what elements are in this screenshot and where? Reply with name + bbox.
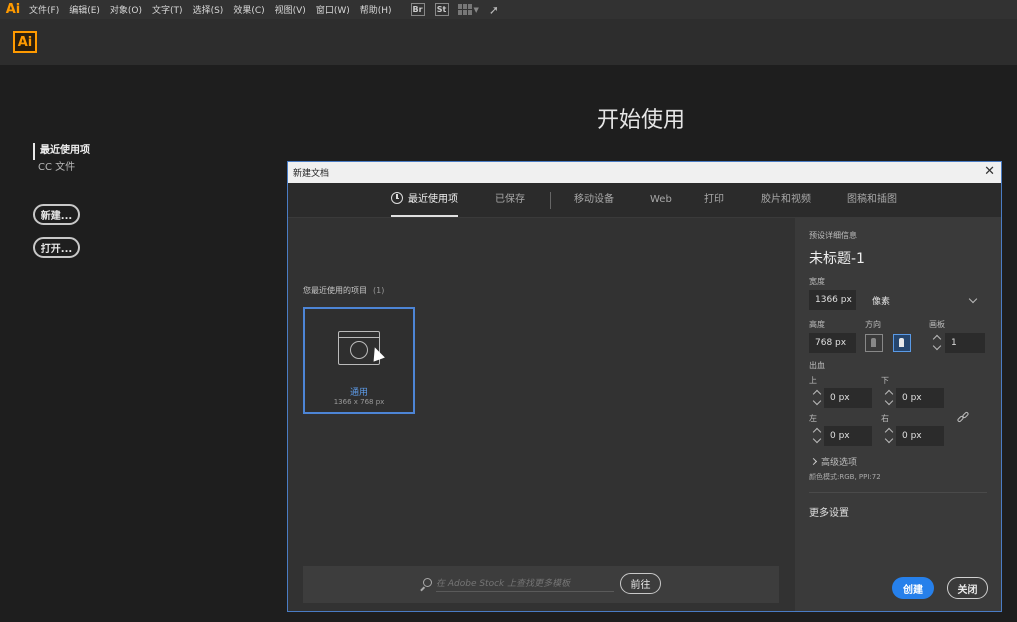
stock-search-input[interactable] bbox=[436, 576, 614, 592]
more-settings-button[interactable]: 更多设置 bbox=[809, 504, 849, 519]
preset-tabs: 最近使用项 已保存 移动设备 Web 打印 胶片和视频 图稿和插图 bbox=[288, 183, 1001, 218]
bleed-right-field[interactable]: 0 px bbox=[896, 426, 944, 446]
nav-item-recent[interactable]: 最近使用项 bbox=[33, 143, 90, 160]
portrait-orientation-icon[interactable] bbox=[865, 334, 883, 352]
close-button[interactable]: 关闭 bbox=[947, 577, 988, 599]
advanced-options-toggle[interactable]: 高级选项 bbox=[821, 455, 857, 468]
menu-view[interactable]: 视图(V) bbox=[270, 3, 311, 16]
start-title: 开始使用 bbox=[597, 108, 686, 133]
preset-card-general[interactable]: 通用 1366 x 768 px bbox=[303, 307, 415, 414]
close-icon[interactable]: ✕ bbox=[984, 164, 995, 180]
menu-edit[interactable]: 编辑(E) bbox=[64, 3, 105, 16]
stock-icon[interactable]: St bbox=[434, 3, 449, 16]
open-button[interactable]: 打开... bbox=[33, 237, 80, 258]
color-mode-info: 颜色模式:RGB, PPI:72 bbox=[809, 473, 881, 481]
tab-divider bbox=[550, 192, 551, 209]
bleed-top-label: 上 bbox=[809, 376, 817, 385]
search-icon bbox=[420, 578, 432, 591]
bleed-left-label: 左 bbox=[809, 414, 817, 423]
bleed-bottom-stepper-icon[interactable] bbox=[884, 388, 894, 406]
chevron-down-icon bbox=[968, 294, 978, 304]
stock-search-bar: 前往 bbox=[303, 566, 779, 603]
dialog-titlebar: 新建文档 ✕ bbox=[288, 162, 1001, 183]
tab-print[interactable]: 打印 bbox=[704, 183, 724, 217]
menu-object[interactable]: 对象(O) bbox=[105, 3, 147, 16]
menu-file[interactable]: 文件(F) bbox=[24, 3, 64, 16]
start-nav: 最近使用项 CC 文件 bbox=[33, 143, 90, 177]
menu-help[interactable]: 帮助(H) bbox=[355, 3, 397, 16]
clock-icon bbox=[391, 192, 403, 204]
link-icon[interactable] bbox=[956, 411, 970, 424]
bleed-left-field[interactable]: 0 px bbox=[824, 426, 872, 446]
height-label: 高度 bbox=[809, 320, 825, 329]
tab-art-illustration[interactable]: 图稿和插图 bbox=[847, 183, 897, 217]
bleed-top-field[interactable]: 0 px bbox=[824, 388, 872, 408]
workspace-grid-icon[interactable] bbox=[457, 4, 472, 15]
tab-mobile[interactable]: 移动设备 bbox=[574, 183, 614, 217]
menu-window[interactable]: 窗口(W) bbox=[311, 3, 355, 16]
landscape-orientation-icon[interactable] bbox=[893, 334, 911, 352]
tab-web[interactable]: Web bbox=[650, 183, 672, 217]
dialog-title: 新建文档 bbox=[293, 169, 330, 179]
create-button[interactable]: 创建 bbox=[892, 577, 934, 599]
bleed-left-stepper-icon[interactable] bbox=[812, 426, 822, 444]
preset-size: 1366 x 768 px bbox=[333, 398, 385, 406]
bleed-right-label: 右 bbox=[881, 414, 889, 423]
width-field[interactable]: 1366 px bbox=[809, 290, 856, 310]
bleed-top-stepper-icon[interactable] bbox=[812, 388, 822, 406]
tab-saved[interactable]: 已保存 bbox=[495, 183, 525, 217]
height-field[interactable]: 768 px bbox=[809, 333, 856, 353]
menu-type[interactable]: 文字(T) bbox=[147, 3, 188, 16]
menu-bar: Ai 文件(F) 编辑(E) 对象(O) 文字(T) 选择(S) 效果(C) 视… bbox=[0, 0, 1017, 19]
orientation-label: 方向 bbox=[865, 320, 881, 329]
divider bbox=[809, 492, 987, 493]
new-button[interactable]: 新建... bbox=[33, 204, 80, 225]
chevron-down-icon[interactable]: ▼ bbox=[474, 6, 479, 14]
recent-count: (1) bbox=[373, 286, 385, 295]
header-band: Ai bbox=[0, 19, 1017, 65]
bleed-bottom-label: 下 bbox=[881, 376, 889, 385]
gpu-rocket-icon[interactable]: ➚ bbox=[489, 3, 499, 17]
chevron-right-icon[interactable] bbox=[809, 457, 818, 466]
nav-item-cc-files[interactable]: CC 文件 bbox=[33, 160, 90, 177]
tab-recent[interactable]: 最近使用项 bbox=[391, 183, 458, 217]
app-logo-small: Ai bbox=[5, 2, 21, 17]
bleed-label: 出血 bbox=[809, 361, 825, 370]
artboards-field[interactable]: 1 bbox=[945, 333, 985, 353]
menu-select[interactable]: 选择(S) bbox=[188, 3, 229, 16]
go-button[interactable]: 前往 bbox=[620, 573, 661, 594]
tab-film-video[interactable]: 胶片和视频 bbox=[761, 183, 811, 217]
artboards-stepper-icon[interactable] bbox=[932, 333, 942, 351]
preset-details-pane: 预设详细信息 未标题-1 宽度 1366 px 像素 高度 768 px 方向 … bbox=[795, 218, 1001, 611]
presets-pane: 您最近使用的项目(1) 通用 1366 x 768 px 前往 bbox=[288, 218, 795, 611]
preset-name: 通用 bbox=[349, 388, 368, 398]
preset-details-header: 预设详细信息 bbox=[809, 231, 857, 240]
bleed-right-stepper-icon[interactable] bbox=[884, 426, 894, 444]
new-document-dialog: 新建文档 ✕ 最近使用项 已保存 移动设备 Web 打印 胶片和视频 图稿和插图… bbox=[287, 161, 1002, 612]
width-label: 宽度 bbox=[809, 277, 825, 286]
unit-select[interactable]: 像素 bbox=[865, 290, 985, 310]
artboards-label: 画板 bbox=[929, 320, 945, 329]
bridge-icon[interactable]: Br bbox=[410, 3, 425, 16]
bleed-bottom-field[interactable]: 0 px bbox=[896, 388, 944, 408]
document-name[interactable]: 未标题-1 bbox=[809, 248, 865, 268]
app-logo: Ai bbox=[13, 31, 37, 53]
menu-effect[interactable]: 效果(C) bbox=[228, 3, 269, 16]
recent-label: 您最近使用的项目 (1) bbox=[303, 286, 385, 295]
